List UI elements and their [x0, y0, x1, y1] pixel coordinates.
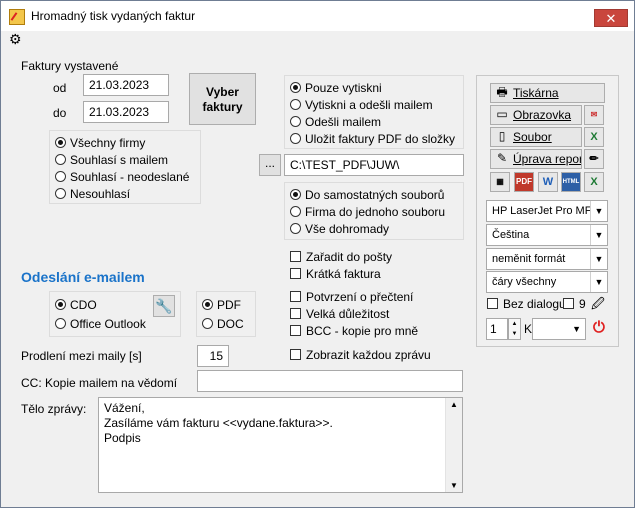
radio-mail-only[interactable]: Odešli mailem	[290, 114, 381, 130]
radio-pdf[interactable]: PDF	[202, 297, 241, 313]
folder-path-input[interactable]: C:\TEST_PDF\JUW\	[284, 154, 464, 176]
screen-button-label: Obrazovka	[513, 108, 572, 122]
radio-company-one-file[interactable]: Firma do jednoho souboru	[290, 204, 445, 220]
printer-icon: 🖶	[496, 85, 508, 99]
close-button[interactable]: ✕	[594, 9, 628, 27]
radio-save-pdf[interactable]: Uložit faktury PDF do složky	[290, 131, 455, 147]
window-title: Hromadný tisk vydaných faktur	[31, 9, 196, 23]
file-icon: ▯	[498, 129, 506, 143]
to-label: do	[53, 106, 67, 120]
gear-icon[interactable]: ⚙	[9, 32, 22, 46]
from-label: od	[53, 81, 67, 95]
wrench-icon: 🔧	[155, 298, 173, 314]
radio-print-and-mail[interactable]: Vytiskni a odešli mailem	[290, 97, 433, 113]
chevron-down-icon: ▼	[590, 225, 607, 245]
cc-label: CC: Kopie mailem na vědomí	[21, 376, 178, 390]
title-bar: Hromadný tisk vydaných faktur ✕	[1, 1, 634, 31]
radio-all-companies[interactable]: Všechny firmy	[55, 135, 145, 151]
excel-icon[interactable]: X	[584, 127, 604, 147]
printer-select-value: HP LaserJet Pro MFP	[492, 205, 599, 217]
select-invoices-button[interactable]: Vyber faktury	[189, 73, 256, 125]
chevron-down-icon: ▼	[590, 272, 607, 292]
format-select[interactable]: neměnit formát ▼	[486, 248, 608, 270]
count-input[interactable]: 1	[486, 318, 508, 340]
from-date-input[interactable]: 21.03.2023	[83, 74, 169, 96]
chevron-down-icon: ▼	[572, 324, 581, 334]
browse-folder-button[interactable]: ...	[259, 154, 281, 176]
check-mail-queue[interactable]: Zařadit do pošty	[290, 249, 392, 265]
radio-separate-files[interactable]: Do samostatných souborů	[290, 187, 444, 203]
main-window: Hromadný tisk vydaných faktur ✕ ⚙ Faktur…	[0, 0, 635, 508]
radio-agree-mail[interactable]: Souhlasí s mailem	[55, 152, 168, 168]
edit-report-label: Úprava repor	[513, 152, 582, 166]
printer-button[interactable]: 🖶 Tiskárna	[490, 83, 605, 103]
email-heading: Odeslání e-mailem	[21, 269, 145, 285]
body-line: Vážení,	[104, 401, 145, 415]
table-icon[interactable]: ▦	[490, 172, 510, 192]
settings-icon[interactable]: 🖉	[591, 295, 605, 317]
check-show-each[interactable]: Zobrazit každou zprávu	[290, 347, 431, 363]
radio-disagree[interactable]: Nesouhlasí	[55, 186, 130, 202]
magic-wand-icon: ✎	[496, 151, 508, 165]
lines-select[interactable]: čáry všechny ▼	[486, 271, 608, 293]
radio-all-together[interactable]: Vše dohromady	[290, 221, 389, 237]
k-select[interactable]: ▼	[532, 318, 586, 340]
mail-export-icon[interactable]: ✉	[584, 105, 604, 125]
power-icon[interactable]: ⏻	[593, 319, 605, 336]
radio-outlook[interactable]: Office Outlook	[55, 316, 146, 332]
file-button-label: Soubor	[513, 130, 552, 144]
delay-label: Prodlení mezi maily [s]	[21, 349, 142, 363]
count-spinner[interactable]: ▲ ▼	[508, 318, 521, 340]
check-bcc-copy[interactable]: BCC - kopie pro mně	[290, 323, 418, 339]
scroll-up-icon[interactable]: ▲	[450, 400, 458, 409]
cc-input[interactable]	[197, 370, 463, 392]
screen-button[interactable]: ▭ Obrazovka	[490, 105, 582, 125]
radio-cdo[interactable]: CDO	[55, 297, 97, 313]
check-high-priority[interactable]: Velká důležitost	[290, 306, 389, 322]
delay-input[interactable]: 15	[197, 345, 229, 367]
language-select-value: Čeština	[492, 229, 530, 241]
body-label: Tělo zprávy:	[21, 402, 87, 416]
format-select-value: neměnit formát	[492, 253, 566, 265]
lines-select-value: čáry všechny	[492, 276, 557, 288]
body-scrollbar[interactable]: ▲ ▼	[445, 398, 462, 492]
pdf-icon[interactable]: PDF	[514, 172, 534, 192]
radio-doc[interactable]: DOC	[202, 316, 244, 332]
file-button[interactable]: ▯ Soubor	[490, 127, 582, 147]
check-read-receipt[interactable]: Potvrzení o přečtení	[290, 289, 413, 305]
check-no-dialog[interactable]: Bez dialogu	[487, 296, 566, 312]
language-select[interactable]: Čeština ▼	[486, 224, 608, 246]
check-short-invoice[interactable]: Krátká faktura	[290, 266, 381, 282]
radio-agree-unsent[interactable]: Souhlasí - neodeslané	[55, 169, 189, 185]
radio-print-only[interactable]: Pouze vytiskni	[290, 80, 382, 96]
printer-select[interactable]: HP LaserJet Pro MFP ▼	[486, 200, 608, 222]
body-line: Podpis	[104, 431, 141, 445]
printer-button-label: Tiskárna	[513, 86, 559, 100]
body-line: Zasíláme vám fakturu <<vydane.faktura>>.	[104, 416, 333, 430]
excel-export-icon[interactable]: X	[584, 172, 604, 192]
monitor-icon: ▭	[496, 107, 508, 121]
wrench-settings-button[interactable]: 🔧	[153, 295, 175, 317]
html-icon[interactable]: HTML	[561, 172, 581, 192]
message-body-textarea[interactable]: Vážení, Zasíláme vám fakturu <<vydane.fa…	[98, 397, 463, 493]
edit-report-button[interactable]: ✎ Úprava repor	[490, 149, 582, 169]
chevron-down-icon: ▼	[590, 249, 607, 269]
copies-check[interactable]: 9	[563, 296, 586, 312]
scroll-down-icon[interactable]: ▼	[450, 481, 458, 490]
app-icon	[9, 9, 25, 25]
word-icon[interactable]: W	[538, 172, 558, 192]
chevron-down-icon: ▼	[590, 201, 607, 221]
invoices-section-label: Faktury vystavené	[21, 59, 119, 73]
pencil-icon[interactable]: ✏	[584, 149, 604, 169]
k-label: K	[524, 322, 533, 336]
to-date-input[interactable]: 21.03.2023	[83, 101, 169, 123]
